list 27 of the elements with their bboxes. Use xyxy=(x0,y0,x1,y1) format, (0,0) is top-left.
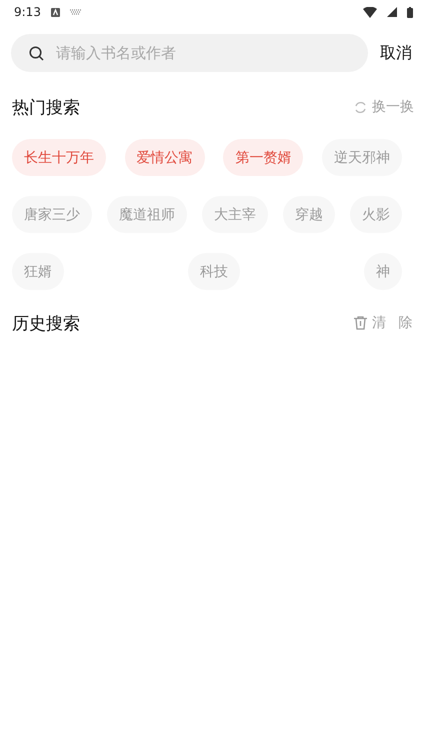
keyboard-icon xyxy=(70,8,82,16)
battery-icon xyxy=(407,6,413,18)
clear-button[interactable]: 清除 xyxy=(354,314,425,332)
search-tag[interactable]: 魔道祖师 xyxy=(107,196,187,233)
refresh-button[interactable]: 换一换 xyxy=(354,98,414,116)
cancel-button[interactable]: 取消 xyxy=(378,42,414,64)
search-tag[interactable]: 第一赘婿 xyxy=(223,139,304,176)
status-time: 9:13 xyxy=(14,5,41,19)
search-tag[interactable]: 唐家三少 xyxy=(12,196,92,233)
search-field[interactable]: 请输入书名或作者 xyxy=(11,34,368,72)
wifi-icon xyxy=(363,6,377,18)
search-icon xyxy=(29,46,44,61)
search-tag[interactable]: 科技 xyxy=(188,253,240,290)
section-title: 热门搜索 xyxy=(12,96,80,118)
section-title: 历史搜索 xyxy=(12,312,80,334)
search-tag[interactable]: 爱情公寓 xyxy=(124,139,205,176)
notification-icon xyxy=(50,8,60,16)
signal-icon xyxy=(387,7,397,17)
search-tag[interactable]: 长生十万年 xyxy=(12,139,106,176)
search-tag[interactable]: 火影 xyxy=(350,196,402,233)
trash-icon xyxy=(354,316,367,330)
refresh-icon xyxy=(354,100,367,114)
search-tag[interactable]: 狂婿 xyxy=(12,253,64,290)
search-tag[interactable]: 逆天邪神 xyxy=(322,139,402,176)
search-tag[interactable]: 神 xyxy=(364,253,402,290)
search-tag[interactable]: 大主宰 xyxy=(202,196,268,233)
search-tag[interactable]: 穿越 xyxy=(283,196,335,233)
